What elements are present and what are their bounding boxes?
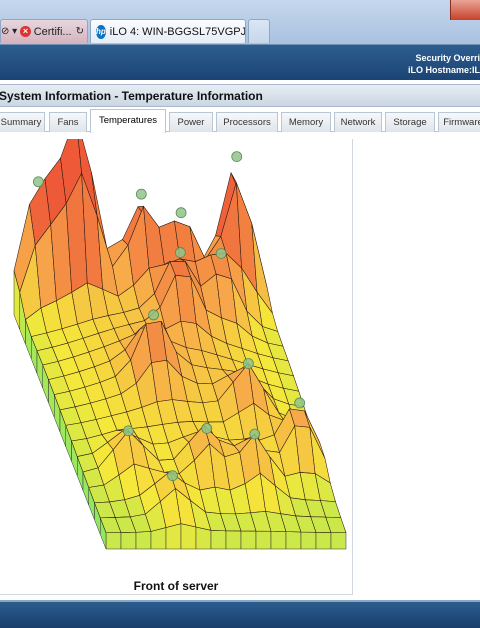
tab-processors[interactable]: Processors [216,112,278,132]
content-area: Front of server [0,133,480,599]
surface-wall [225,530,242,550]
sensor-marker[interactable] [135,188,147,200]
front-of-server-label: Front of server [133,579,219,593]
page-title: System Information - Temperature Informa… [0,89,263,103]
sensor-marker[interactable] [148,309,159,321]
surface-wall [285,531,302,550]
surface-wall [210,530,227,550]
sensor-marker[interactable] [215,248,227,259]
ilo-hostname-text: iLO Hostname:IL [407,65,480,75]
surface-wall [300,531,317,550]
section-tabs: Summary Fans Temperatures Power Processo… [0,108,480,133]
tab-storage[interactable]: Storage [385,112,435,132]
browser-tab-strip: ⊘ ▾ × Certifi... ↻ hp iLO 4: WIN-BGGSL75… [0,0,480,44]
tab-firmware[interactable]: Firmware [438,112,480,132]
surface-wall [105,532,122,550]
tab-temperatures[interactable]: Temperatures [90,109,166,133]
surface-wall [315,532,332,550]
reload-icon[interactable]: ⊘ ▾ [1,26,17,37]
browser-tab-label: Certifi... [33,25,72,38]
sensor-marker[interactable] [249,428,261,440]
ilo-header: Security Overri iLO Hostname:IL [0,44,480,80]
browser-tab-label: iLO 4: WIN-BGGSL75VGPJ - ... [109,25,246,38]
surface-wall [330,532,347,550]
surface-wall [120,532,137,550]
sensor-marker[interactable] [122,425,134,437]
surface-wall [165,523,182,550]
page-title-bar: System Information - Temperature Informa… [0,84,480,107]
tab-memory[interactable]: Memory [281,112,331,132]
tab-fans[interactable]: Fans [49,112,87,132]
surface-wall [240,530,257,550]
sensor-marker[interactable] [231,151,243,162]
sensor-marker[interactable] [175,207,187,219]
sensor-marker[interactable] [201,423,213,434]
certificate-error-icon: × [20,26,31,37]
surface-wall [135,531,152,550]
tab-network[interactable]: Network [334,112,382,132]
browser-tab-certificate[interactable]: ⊘ ▾ × Certifi... ↻ [0,19,88,43]
tab-power[interactable]: Power [169,112,213,132]
sensor-marker[interactable] [242,358,254,369]
sensor-marker[interactable] [32,176,44,188]
tab-summary[interactable]: Summary [0,112,45,132]
hp-logo-icon: hp [96,24,106,39]
sensor-marker[interactable] [167,470,179,482]
window-close-button[interactable] [450,0,480,20]
surface-wall [255,530,272,550]
sensor-marker[interactable] [294,397,306,409]
new-tab-button[interactable] [248,19,270,43]
surface-wall [195,526,212,550]
temperature-heatmap [13,139,347,550]
surface-wall [180,523,197,550]
sensor-marker[interactable] [174,247,186,258]
surface-wall [270,530,287,550]
temperature-map-panel: Front of server [0,139,353,595]
ilo-footer [0,600,480,628]
refresh-icon[interactable]: ↻ [76,26,84,37]
security-override-text: Security Overri [415,53,480,63]
browser-tab-ilo[interactable]: hp iLO 4: WIN-BGGSL75VGPJ - ... × [90,19,246,43]
